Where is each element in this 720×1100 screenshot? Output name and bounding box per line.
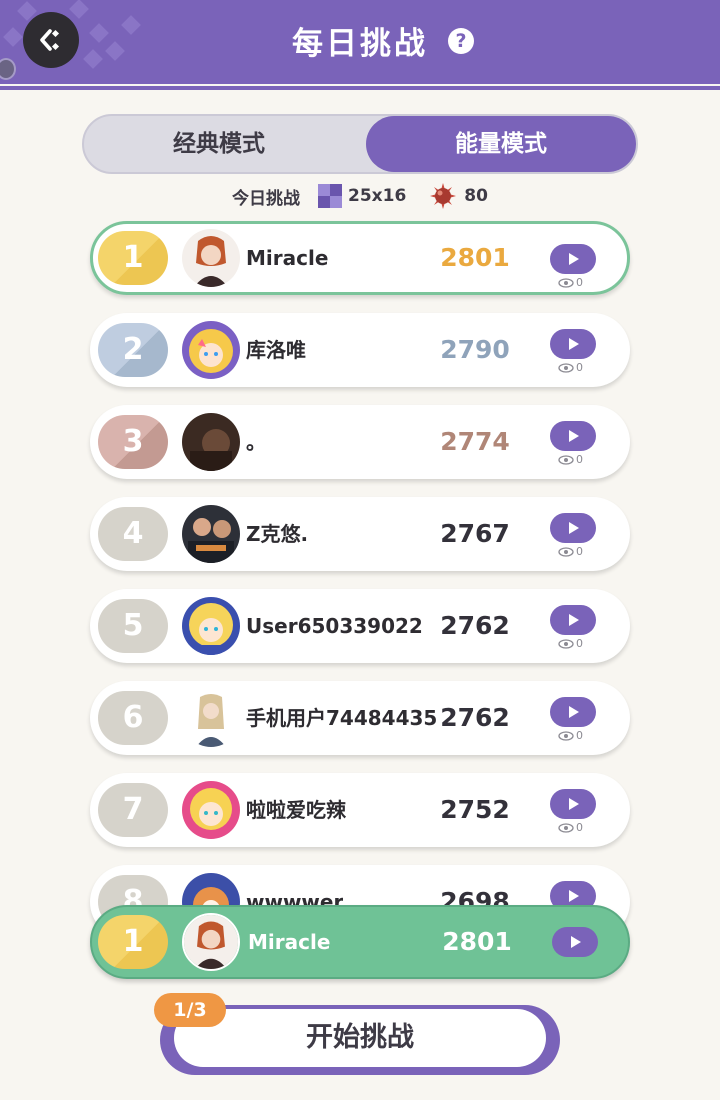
view-count: 0 (558, 637, 583, 650)
eye-icon (558, 454, 574, 465)
tab-energy-mode[interactable]: 能量模式 (366, 116, 636, 172)
view-count-value: 0 (576, 637, 583, 650)
avatar (182, 689, 240, 747)
header-divider (0, 86, 720, 90)
player-score: 2774 (440, 427, 510, 456)
player-score: 2790 (440, 335, 510, 364)
replay-button[interactable] (550, 605, 596, 635)
mode-tabs: 经典模式 能量模式 (82, 114, 638, 174)
player-score: 2762 (440, 703, 510, 732)
player-score: 2752 (440, 795, 510, 824)
leaderboard-row[interactable]: 6 手机用户74484435 2762 0 (90, 681, 630, 755)
attempts-badge: 1/3 (154, 993, 226, 1027)
replay-button[interactable] (550, 697, 596, 727)
rank-badge: 7 (98, 783, 168, 837)
leaderboard-row[interactable]: 5 User650339022 2762 0 (90, 589, 630, 663)
play-icon (569, 890, 579, 902)
replay-button[interactable] (550, 789, 596, 819)
play-icon (569, 430, 579, 442)
challenge-label: 今日挑战 (232, 188, 301, 209)
leaderboard-row[interactable]: 3 。 2774 0 (90, 405, 630, 479)
tab-classic-mode[interactable]: 经典模式 (84, 116, 354, 172)
avatar (182, 781, 240, 839)
board-grid-icon (318, 184, 343, 208)
view-count-value: 0 (576, 821, 583, 834)
eye-icon (558, 822, 574, 833)
replay-button[interactable] (550, 329, 596, 359)
leaderboard-row[interactable]: 7 啦啦爱吃辣 2752 0 (90, 773, 630, 847)
replay-button[interactable] (550, 244, 596, 274)
player-name: 库洛唯 (246, 338, 306, 362)
play-icon (569, 706, 579, 718)
leaderboard-row[interactable]: 2 库洛唯 2790 0 (90, 313, 630, 387)
view-count: 0 (558, 361, 583, 374)
page-title: 每日挑战 (292, 26, 428, 62)
player-name: User650339022 (246, 614, 423, 638)
play-icon (571, 936, 581, 948)
player-name: Z克悠. (246, 522, 309, 546)
view-count: 0 (558, 545, 583, 558)
play-icon (569, 798, 579, 810)
board-size: 25x16 (348, 186, 407, 206)
my-rank-row[interactable]: 1 Miracle 2801 (90, 905, 630, 979)
replay-button[interactable] (550, 421, 596, 451)
player-score: 2801 (440, 243, 510, 272)
avatar (182, 913, 240, 971)
eye-icon (558, 277, 574, 288)
view-count-value: 0 (576, 729, 583, 742)
player-score: 2767 (440, 519, 510, 548)
view-count-value: 0 (576, 361, 583, 374)
player-name: 手机用户74484435 (246, 706, 438, 730)
play-icon (569, 614, 579, 626)
player-name: 啦啦爱吃辣 (246, 798, 346, 822)
replay-button[interactable] (552, 927, 598, 957)
eye-icon (558, 546, 574, 557)
player-name: Miracle (248, 930, 331, 954)
rank-badge: 3 (98, 415, 168, 469)
eye-icon (558, 638, 574, 649)
avatar (182, 229, 240, 287)
replay-button[interactable] (550, 513, 596, 543)
player-score: 2762 (440, 611, 510, 640)
avatar (182, 413, 240, 471)
rank-badge: 2 (98, 323, 168, 377)
leaderboard-row[interactable]: 4 Z克悠. 2767 0 (90, 497, 630, 571)
rank-badge: 5 (98, 599, 168, 653)
rank-badge: 1 (98, 231, 168, 285)
rank-badge: 6 (98, 691, 168, 745)
player-name: Miracle (246, 246, 329, 270)
view-count: 0 (558, 729, 583, 742)
view-count-value: 0 (576, 545, 583, 558)
player-name: 。 (246, 430, 266, 454)
leaderboard-row[interactable]: 1 Miracle 2801 0 (90, 221, 630, 295)
challenge-info: 今日挑战 25x16 80 (0, 182, 720, 210)
eye-icon (558, 730, 574, 741)
eye-icon (558, 362, 574, 373)
avatar (182, 321, 240, 379)
view-count: 0 (558, 453, 583, 466)
mine-count: 80 (464, 186, 488, 206)
view-count: 0 (558, 276, 583, 289)
player-score: 2801 (442, 927, 512, 956)
rank-badge: 1 (98, 915, 168, 969)
view-count-value: 0 (576, 453, 583, 466)
question-icon[interactable]: ? (448, 28, 474, 54)
view-count: 0 (558, 821, 583, 834)
view-count-value: 0 (576, 276, 583, 289)
play-icon (569, 338, 579, 350)
play-icon (569, 522, 579, 534)
avatar (182, 505, 240, 563)
rank-badge: 4 (98, 507, 168, 561)
avatar (182, 597, 240, 655)
mine-icon (430, 183, 457, 209)
start-challenge-label: 开始挑战 (174, 1009, 546, 1067)
play-icon (569, 253, 579, 265)
